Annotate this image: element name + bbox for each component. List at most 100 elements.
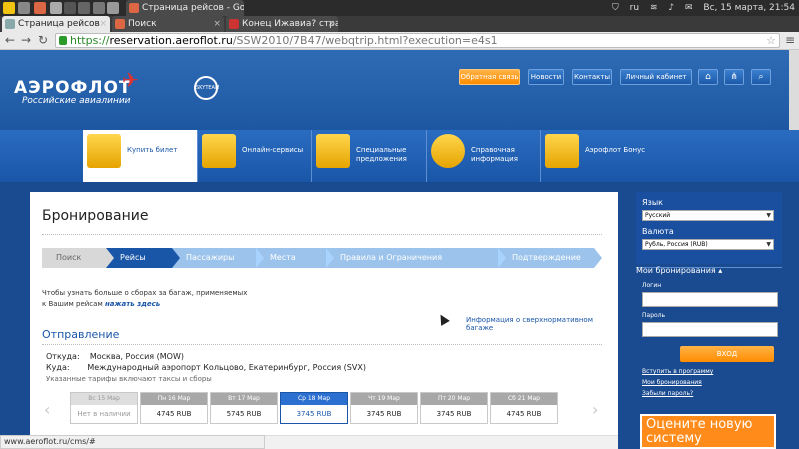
coupons-icon <box>316 134 350 168</box>
date-option[interactable]: Пн 16 Мар 4745 RUB <box>140 392 208 424</box>
shield-icon[interactable]: ⛉ <box>612 3 619 13</box>
feedback-button[interactable]: Обратная связь <box>459 69 520 85</box>
password-field[interactable] <box>642 322 778 337</box>
baggage-info-link[interactable]: нажать здесь <box>105 300 160 308</box>
system-tray: ⛉ ru ≋ ♪ ✉ Вс, 15 марта, 21:54 <box>604 0 795 16</box>
my-bookings-link[interactable]: Мои бронирования <box>642 379 702 386</box>
browser-launcher-icon[interactable] <box>34 2 46 14</box>
contacts-button[interactable]: Контакты <box>572 69 612 85</box>
tab-title: Конец Ижавиа? стран <box>242 19 338 29</box>
cabinet-button[interactable]: Личный кабинет <box>620 69 692 85</box>
my-bookings-toggle[interactable]: Мои бронирования ▴ <box>636 266 722 275</box>
sitemap-icon[interactable]: ⋔ <box>724 69 744 85</box>
route-from: Откуда: Москва, Россия (MOW) <box>46 352 184 361</box>
currency-select[interactable]: Рубль, Россия (RUB) ▼ <box>642 239 774 250</box>
date-price: Нет в наличии <box>77 410 131 418</box>
oversize-baggage-link[interactable]: Информация о сверхнормативном багаже <box>466 316 618 332</box>
sidebar: Язык Русский ▼ Валюта Рубль, Россия (RUB… <box>632 192 782 449</box>
keyboard-layout-indicator[interactable]: ru <box>630 3 639 13</box>
forgot-password-link[interactable]: Забыли пароль? <box>642 390 693 397</box>
volume-icon[interactable]: ♪ <box>668 3 674 13</box>
nav-item-label: Онлайн-сервисы <box>242 146 304 154</box>
date-option[interactable]: Вт 17 Мар 5745 RUB <box>210 392 278 424</box>
step-confirmation: Подтверждение <box>498 248 594 268</box>
language-select[interactable]: Русский ▼ <box>642 210 774 221</box>
search-icon[interactable]: ⌕ <box>751 69 771 85</box>
step-rules: Правила и Ограничения <box>326 248 498 268</box>
chevron-down-icon: ▼ <box>766 212 771 219</box>
close-icon[interactable]: × <box>99 16 107 32</box>
step-search[interactable]: Поиск <box>42 248 106 268</box>
date-label: Сб 21 Мар <box>491 393 557 405</box>
date-price: 5745 RUB <box>226 410 262 418</box>
app-icon[interactable] <box>93 2 105 14</box>
editor-icon[interactable] <box>64 2 76 14</box>
browser-tab-flights[interactable]: Страница рейсов × <box>2 16 110 32</box>
nav-item-special-offers[interactable]: Специальные предложения <box>312 130 424 182</box>
home-icon[interactable]: ⌂ <box>698 69 718 85</box>
step-arrow <box>326 248 334 268</box>
section-title: Отправление <box>42 328 120 341</box>
browser-tab-search[interactable]: Поиск × <box>112 16 224 32</box>
nav-item-buy-ticket[interactable]: Купить билет <box>83 130 197 182</box>
from-label: Откуда: <box>46 352 80 361</box>
date-option[interactable]: Пт 20 Мар 3745 RUB <box>420 392 488 424</box>
step-flights: Рейсы <box>106 248 172 268</box>
address-bar[interactable]: https://reservation.aeroflot.ru/SSW2010/… <box>55 33 780 48</box>
files-icon[interactable] <box>18 2 30 14</box>
url-path: /SSW2010/7B47/webqtrip.html?execution=e4… <box>232 34 498 47</box>
mail-icon[interactable]: ✉ <box>685 3 693 13</box>
lock-icon <box>59 36 67 45</box>
menu-icon[interactable]: ≡ <box>783 33 797 47</box>
date-option: Вс 15 Мар Нет в наличии <box>70 392 138 424</box>
os-taskbar: Страница рейсов - Google ... ⛉ ru ≋ ♪ ✉ … <box>0 0 799 16</box>
chevron-right-icon[interactable]: › <box>592 400 598 419</box>
logo-subtitle: Российские авиалинии <box>22 96 131 106</box>
window-tab-active[interactable]: Страница рейсов - Google ... <box>126 0 244 16</box>
back-icon[interactable]: ← <box>3 33 17 47</box>
close-icon[interactable]: × <box>213 16 221 32</box>
monitor-icon[interactable] <box>78 2 90 14</box>
language-label: Язык <box>642 198 663 207</box>
date-label: Чт 19 Мар <box>351 393 417 405</box>
search-icon <box>115 19 125 29</box>
wifi-icon[interactable]: ≋ <box>650 3 658 13</box>
clock[interactable]: Вс, 15 марта, 21:54 <box>703 3 795 13</box>
login-label: Логин <box>642 282 662 289</box>
login-button[interactable]: ВХОД <box>680 346 774 362</box>
chrome-icon <box>129 3 139 13</box>
login-field[interactable] <box>642 292 778 307</box>
app-launcher-icon[interactable] <box>3 2 15 14</box>
reload-icon[interactable]: ↻ <box>36 33 50 47</box>
date-carousel: Вс 15 Мар Нет в наличии Пн 16 Мар 4745 R… <box>70 392 570 426</box>
chevron-left-icon[interactable]: ‹ <box>44 400 50 419</box>
promo-banner[interactable]: Оцените новую систему <box>640 414 776 449</box>
browser-tab-news[interactable]: Конец Ижавиа? стран × <box>226 16 338 32</box>
aeroflot-logo[interactable]: АЭРОФЛОТ Российские авиалинии ✈ SKYTEAM <box>14 68 219 128</box>
date-label: Ср 18 Мар <box>281 393 347 405</box>
join-program-link[interactable]: Вступить в программу <box>642 368 713 375</box>
app-icon[interactable] <box>107 2 119 14</box>
browser-status-bar: www.aeroflot.ru/cms/# <box>0 435 265 449</box>
to-label: Куда: <box>46 363 70 372</box>
step-arrow <box>256 248 264 268</box>
window-title: Страница рейсов - Google ... <box>142 3 244 13</box>
nav-item-bonus[interactable]: Аэрофлот Бонус <box>541 130 655 182</box>
forward-icon[interactable]: → <box>19 33 33 47</box>
date-option[interactable]: Сб 21 Мар 4745 RUB <box>490 392 558 424</box>
date-label: Пт 20 Мар <box>421 393 487 405</box>
bookmark-star-icon[interactable]: ☆ <box>766 34 776 47</box>
nav-item-info[interactable]: Справочная информация <box>427 130 539 182</box>
step-arrow <box>106 248 114 268</box>
section-divider <box>42 344 602 345</box>
news-button[interactable]: Новости <box>528 69 564 85</box>
close-icon[interactable]: × <box>327 16 335 32</box>
date-option[interactable]: Чт 19 Мар 3745 RUB <box>350 392 418 424</box>
terminal-icon[interactable] <box>50 2 62 14</box>
baggage-note: Чтобы узнать больше о сборах за багаж, п… <box>42 288 247 310</box>
date-label: Пн 16 Мар <box>141 393 207 405</box>
date-option-selected[interactable]: Ср 18 Мар 3745 RUB <box>280 392 348 424</box>
nav-item-online-services[interactable]: Онлайн-сервисы <box>198 130 310 182</box>
wings-icon: ✈ <box>122 68 139 92</box>
nav-item-label: Аэрофлот Бонус <box>585 146 646 154</box>
